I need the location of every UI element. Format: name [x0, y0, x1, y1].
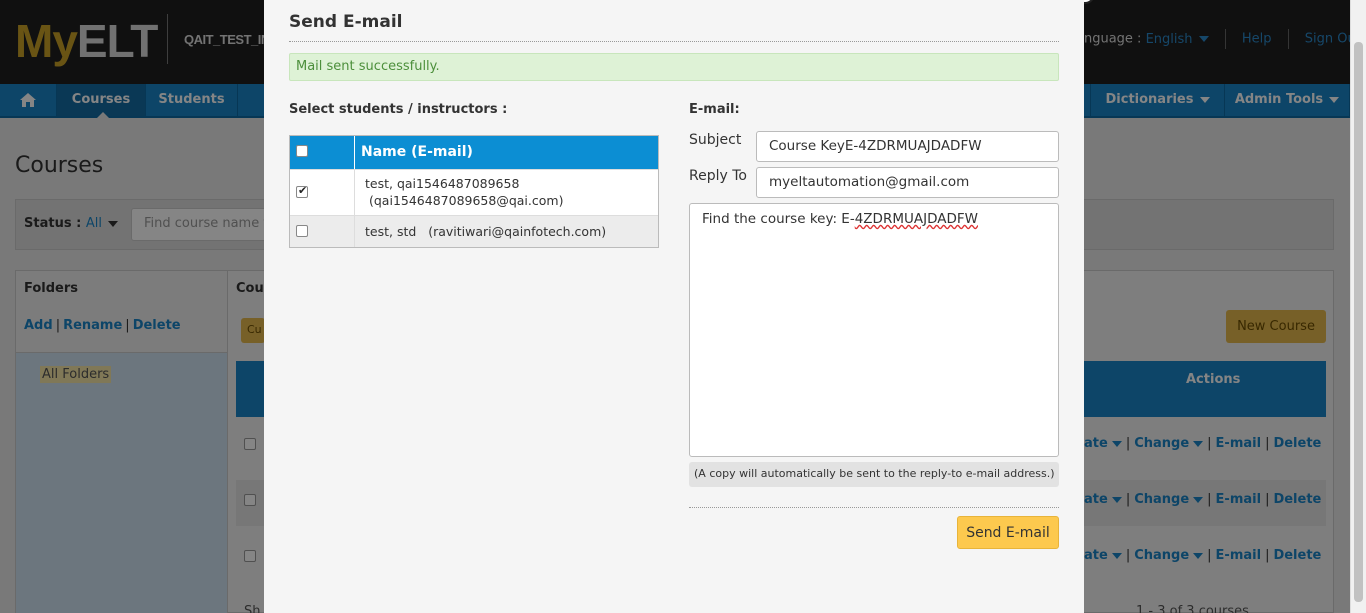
reply-to-input[interactable]: myeltautomation@gmail.com: [756, 167, 1059, 198]
subject-label: Subject: [689, 132, 742, 148]
email-section-label: E-mail:: [689, 102, 740, 117]
divider: [289, 41, 1059, 42]
recipient-email: (ravitiwari@qainfotech.com): [428, 224, 607, 239]
recipients-table-header: Name (E-mail): [290, 136, 658, 169]
divider: [689, 507, 1059, 508]
send-email-button[interactable]: Send E-mail: [957, 516, 1059, 549]
success-alert: Mail sent successfully.: [289, 53, 1059, 81]
recipient-email: (qai1546487089658@qai.com): [369, 193, 564, 208]
name-email-header: Name (E-mail): [361, 144, 473, 160]
reply-to-label: Reply To: [689, 168, 747, 184]
send-email-dialog: Send E-mail Mail sent successfully. Sele…: [264, 0, 1084, 613]
recipient-name: test, std: [365, 224, 417, 239]
scroll-thumb[interactable]: [1354, 42, 1363, 602]
recipient-checkbox[interactable]: [296, 225, 308, 237]
table-row: test, qai1546487089658 (qai1546487089658…: [290, 169, 658, 215]
recipient-checkbox[interactable]: [296, 184, 308, 198]
dialog-title: Send E-mail: [289, 12, 403, 32]
copy-note: (A copy will automatically be sent to th…: [689, 462, 1059, 487]
recipients-table: Name (E-mail) test, qai1546487089658 (qa…: [289, 135, 659, 248]
select-all-checkbox[interactable]: [296, 145, 308, 157]
page-scrollbar[interactable]: [1350, 0, 1366, 613]
message-body-textarea[interactable]: Find the course key: E-4ZDRMUAJDADFW: [689, 203, 1059, 457]
recipient-name: test, qai1546487089658: [365, 176, 520, 191]
subject-input[interactable]: Course KeyE-4ZDRMUAJDADFW: [756, 131, 1059, 162]
table-row: test, std (ravitiwari@qainfotech.com): [290, 215, 658, 247]
select-recipients-label: Select students / instructors :: [289, 102, 508, 117]
